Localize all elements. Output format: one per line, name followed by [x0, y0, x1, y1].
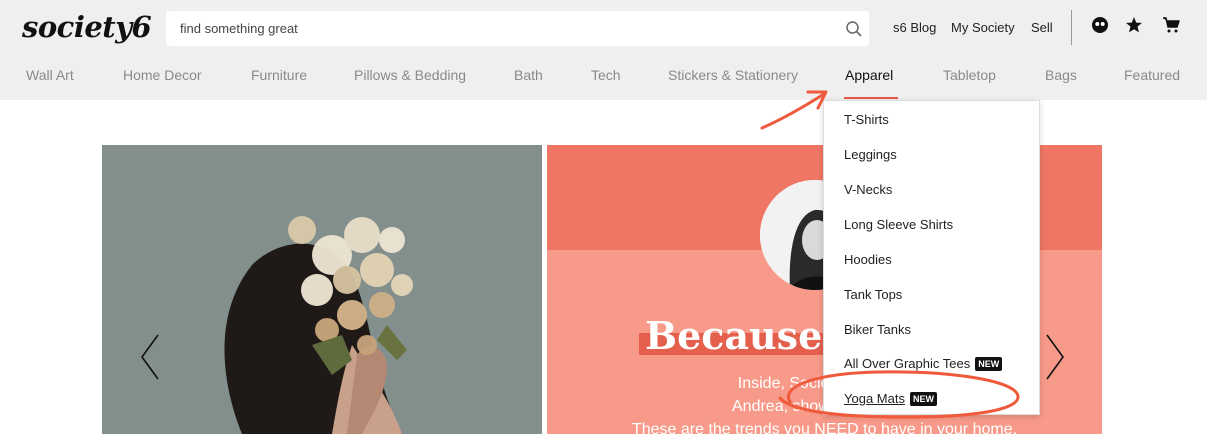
nav-featured[interactable]: Featured	[1124, 67, 1180, 83]
menu-item-v-necks[interactable]: V-Necks	[844, 182, 892, 197]
nav-wall-art[interactable]: Wall Art	[26, 67, 74, 83]
search-icon[interactable]	[845, 20, 863, 38]
nav-tech[interactable]: Tech	[591, 67, 621, 83]
menu-item-hoodies[interactable]: Hoodies	[844, 252, 892, 267]
nav-home-decor[interactable]: Home Decor	[123, 67, 202, 83]
new-badge: NEW	[975, 356, 1003, 371]
menu-item-t-shirts[interactable]: T-Shirts	[844, 112, 889, 127]
my-society-link[interactable]: My Society	[951, 20, 1015, 35]
new-badge: NEW	[909, 391, 937, 406]
nav-apparel[interactable]: Apparel	[845, 67, 893, 83]
header-divider	[1071, 10, 1072, 45]
nav-bath[interactable]: Bath	[514, 67, 543, 83]
menu-item-yoga-mats[interactable]: Yoga Mats NEW	[844, 391, 937, 406]
nav-pillows-bedding[interactable]: Pillows & Bedding	[354, 67, 466, 83]
nav-furniture[interactable]: Furniture	[251, 67, 307, 83]
carousel-next-button[interactable]	[1043, 333, 1067, 381]
search-input[interactable]: find something great	[166, 11, 869, 46]
society6-logo[interactable]: society6	[22, 10, 152, 44]
s6-blog-link[interactable]: s6 Blog	[893, 20, 936, 35]
sell-link[interactable]: Sell	[1031, 20, 1053, 35]
apparel-dropdown-menu: T-Shirts Leggings V-Necks Long Sleeve Sh…	[823, 100, 1040, 415]
menu-item-all-over-graphic-tees[interactable]: All Over Graphic Tees NEW	[844, 356, 1003, 371]
star-icon[interactable]	[1125, 16, 1143, 34]
cart-icon[interactable]	[1162, 16, 1180, 34]
site-header: society6 find something great s6 Blog My…	[0, 0, 1207, 100]
account-icon[interactable]	[1091, 16, 1109, 34]
menu-item-long-sleeve-shirts[interactable]: Long Sleeve Shirts	[844, 217, 953, 232]
carousel-prev-button[interactable]	[138, 333, 162, 381]
flowers-photo	[102, 145, 542, 434]
nav-bags[interactable]: Bags	[1045, 67, 1077, 83]
active-nav-indicator	[844, 97, 898, 99]
nav-tabletop[interactable]: Tabletop	[943, 67, 996, 83]
menu-item-biker-tanks[interactable]: Biker Tanks	[844, 322, 911, 337]
menu-item-tank-tops[interactable]: Tank Tops	[844, 287, 902, 302]
menu-item-leggings[interactable]: Leggings	[844, 147, 897, 162]
nav-stickers-stationery[interactable]: Stickers & Stationery	[668, 67, 798, 83]
search-placeholder: find something great	[180, 21, 298, 36]
hero-text-line-3: These are the trends you NEED to have in…	[631, 421, 1018, 434]
hero-photo-slide[interactable]	[102, 145, 542, 434]
